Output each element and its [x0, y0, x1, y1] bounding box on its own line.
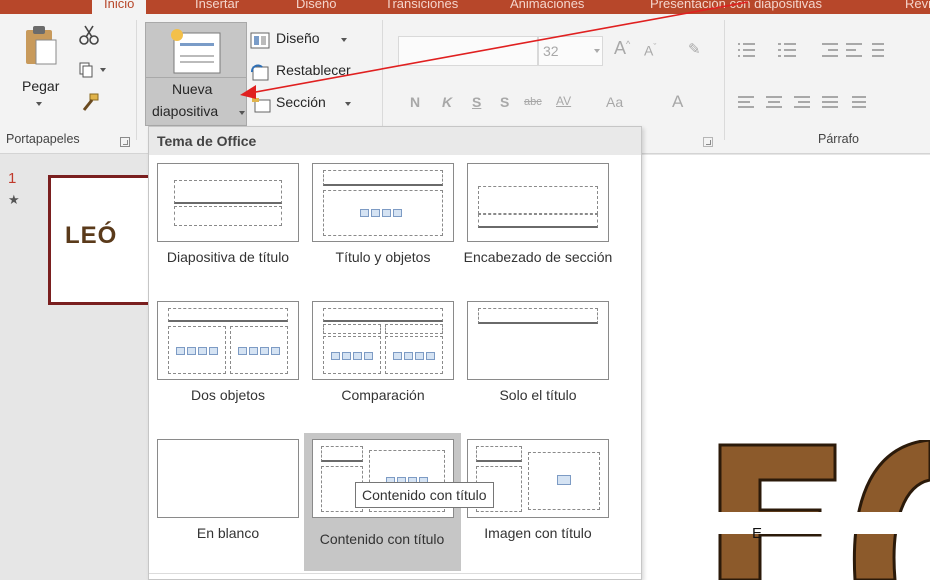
layout-label: Encabezado de sección — [463, 249, 613, 265]
font-size-value: 32 — [543, 43, 559, 59]
gallery-header: Tema de Office — [149, 127, 641, 155]
content-placeholder-icons — [331, 350, 375, 362]
layout-blank[interactable]: En blanco — [153, 435, 303, 565]
fuente-launcher-icon[interactable] — [703, 137, 713, 147]
content-placeholder-icons — [238, 345, 282, 357]
strikethrough-button[interactable]: abc — [524, 96, 542, 108]
slide-number: 1 — [8, 170, 17, 187]
content-placeholder-icons — [176, 345, 220, 357]
format-painter-icon[interactable] — [80, 92, 100, 112]
layout-caret-icon — [341, 38, 347, 42]
group-separator — [136, 20, 137, 140]
paste-caret-icon[interactable] — [36, 102, 42, 106]
layout-label: Dos objetos — [191, 387, 265, 403]
layout-label: Comparación — [341, 387, 425, 403]
picture-placeholder-icon — [557, 475, 571, 485]
reset-icon — [251, 64, 269, 81]
layout-comparison[interactable]: Comparación — [308, 297, 458, 427]
font-size-caret-icon — [594, 49, 600, 53]
new-slide-caret-icon — [239, 111, 245, 115]
reset-label: Restablecer — [276, 62, 351, 78]
underline-button[interactable]: S — [472, 94, 481, 110]
copy-icon[interactable] — [78, 60, 112, 78]
new-slide-layout-gallery: Tema de Office Diapositiva de título Tít… — [148, 126, 642, 580]
layout-label: Título y objetos — [335, 249, 431, 265]
new-slide-button[interactable]: Nueva diapositiva — [145, 22, 247, 126]
tab-animaciones[interactable]: Animaciones — [510, 0, 584, 11]
paste-button[interactable] — [22, 24, 58, 68]
grow-font-icon[interactable]: A^ — [614, 38, 630, 59]
section-icon — [252, 98, 271, 113]
layout-two-content[interactable]: Dos objetos — [153, 297, 303, 427]
art-white-band — [715, 512, 930, 534]
layout-label: En blanco — [196, 525, 260, 541]
italic-button[interactable]: K — [442, 94, 452, 110]
section-label: Sección — [276, 94, 326, 110]
ribbon-tab-strip: Inicio Insertar Diseño Transiciones Anim… — [0, 0, 930, 14]
layout-icon — [250, 32, 270, 49]
shrink-font-icon[interactable]: Aˇ — [644, 42, 656, 59]
clear-format-icon[interactable]: ✎ — [688, 40, 701, 58]
slide-art-graphic — [715, 440, 930, 580]
gallery-header-title: Tema de Office — [157, 133, 257, 149]
tab-presentacion[interactable]: Presentación con diapositivas — [650, 0, 822, 11]
animation-star-icon: ★ — [8, 192, 20, 207]
slide-thumbnail-text: LEÓ — [65, 222, 118, 249]
change-case-button[interactable]: Aa — [606, 94, 623, 110]
new-slide-label-line1: Nueva — [172, 81, 213, 97]
layout-label: Solo el título — [499, 387, 577, 403]
gallery-footer-divider — [149, 573, 641, 574]
font-color-button[interactable]: A — [672, 92, 683, 112]
portapapeles-group-label: Portapapeles — [6, 132, 80, 146]
content-placeholder-icons — [393, 350, 437, 362]
layout-label: Contenido con título — [319, 531, 445, 547]
tab-revisar[interactable]: Revisar — [905, 0, 930, 11]
shadow-button[interactable]: S — [500, 94, 509, 110]
new-slide-label-line2: diapositiva — [152, 103, 219, 119]
layout-label: Diapositiva de título — [166, 249, 290, 265]
layout-title-and-content[interactable]: Título y objetos — [308, 159, 458, 289]
group-separator — [382, 20, 383, 140]
content-placeholder-icons — [360, 207, 404, 219]
slide-canvas-letter: E — [752, 525, 763, 542]
cut-icon[interactable] — [78, 24, 100, 46]
bold-button[interactable]: N — [410, 94, 420, 110]
slide-thumbnail[interactable]: LEÓ — [48, 175, 158, 305]
font-size-box[interactable]: 32 — [538, 36, 603, 66]
font-name-box[interactable] — [398, 36, 538, 66]
tab-inicio[interactable]: Inicio — [92, 0, 147, 14]
tab-insertar[interactable]: Insertar — [195, 0, 239, 11]
group-separator — [724, 20, 725, 140]
align-buttons-icon[interactable] — [738, 96, 928, 110]
clipboard-icon — [26, 26, 57, 65]
portapapeles-launcher-icon[interactable] — [120, 137, 130, 147]
layout-title-slide[interactable]: Diapositiva de título — [153, 159, 303, 289]
layout-section-header[interactable]: Encabezado de sección — [463, 159, 613, 289]
list-buttons-icon[interactable] — [738, 40, 928, 60]
new-slide-icon — [171, 29, 221, 74]
tab-transiciones[interactable]: Transiciones — [385, 0, 458, 11]
char-spacing-button[interactable]: AV — [556, 94, 571, 108]
tab-diseno[interactable]: Diseño — [296, 0, 336, 11]
layout-label: Imagen con título — [484, 525, 592, 541]
layout-tooltip: Contenido con título — [355, 482, 494, 508]
parrafo-group-label: Párrafo — [818, 132, 859, 146]
layout-title-only[interactable]: Solo el título — [463, 297, 613, 427]
paste-label: Pegar — [22, 78, 60, 94]
layout-label: Diseño — [276, 30, 320, 46]
section-caret-icon — [345, 102, 351, 106]
